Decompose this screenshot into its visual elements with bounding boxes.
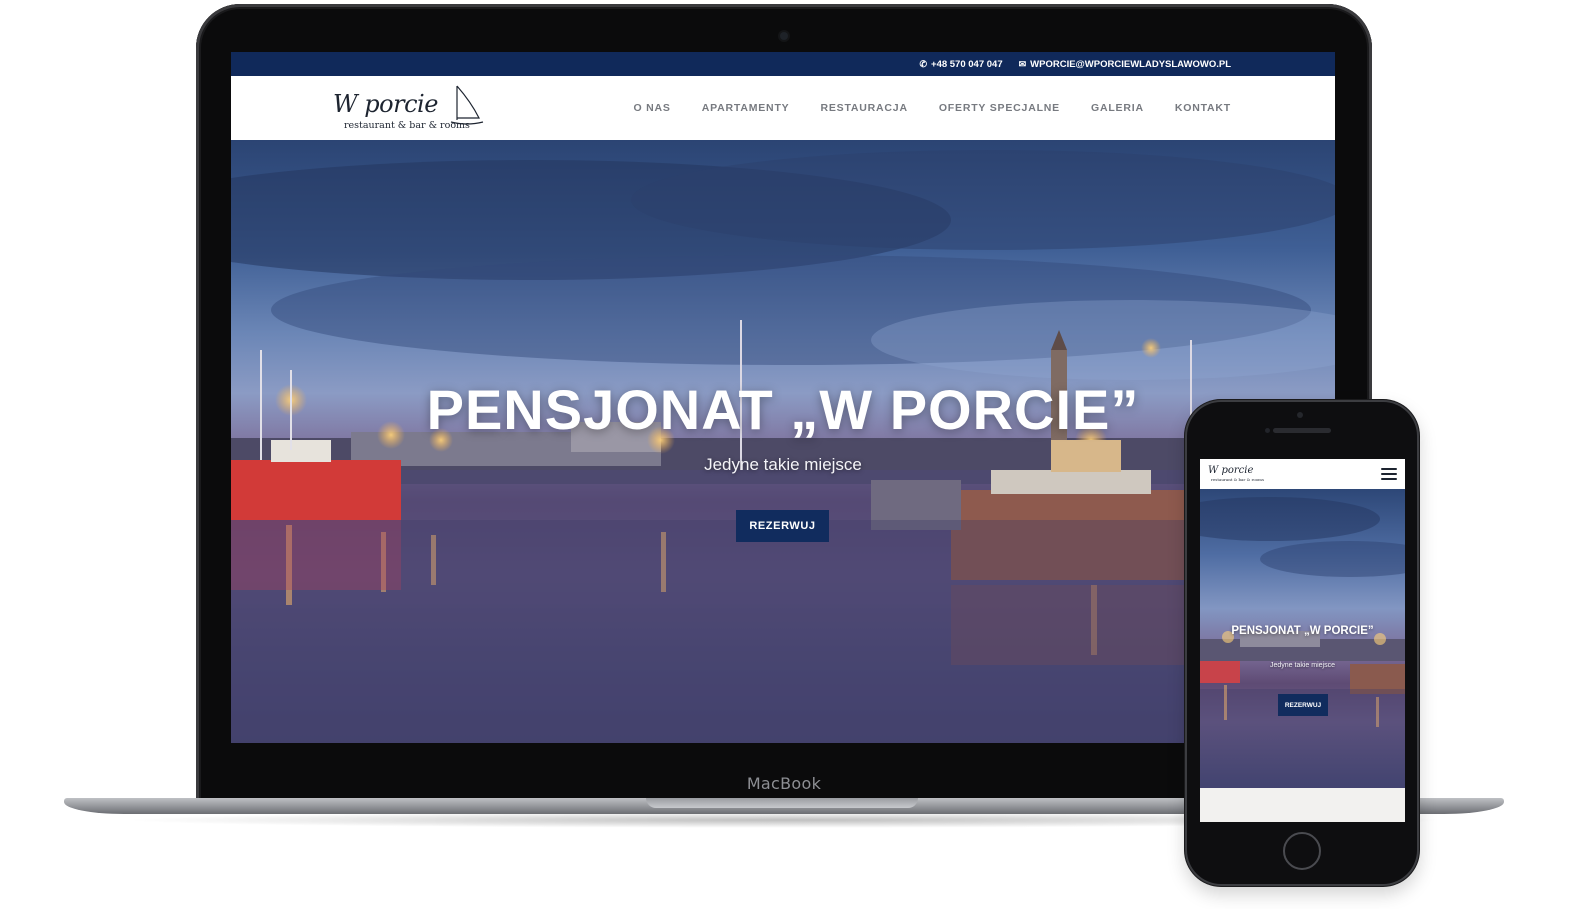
sailboat-icon: [450, 85, 484, 125]
phone-camera: [1297, 412, 1303, 418]
hero-section: PENSJONAT „W PORCIE” Jedyne takie miejsc…: [231, 140, 1335, 743]
hamburger-menu-icon[interactable]: [1381, 468, 1397, 480]
mobile-next-section: [1200, 788, 1405, 822]
nav-item-oferty-specjalne[interactable]: OFERTY SPECJALNE: [939, 102, 1060, 114]
phone-number: +48 570 047 047: [931, 58, 1003, 70]
main-navbar: W porcie restaurant & bar & rooms O NAS …: [231, 76, 1335, 140]
logo-script-text: W porcie: [333, 90, 438, 118]
nav-item-galeria[interactable]: GALERIA: [1091, 102, 1144, 114]
phone-screen: W porcie restaurant & bar & rooms PENSJO…: [1200, 459, 1405, 822]
phone-sensor: [1265, 428, 1270, 433]
nav-item-kontakt[interactable]: KONTAKT: [1175, 102, 1231, 114]
phone-frame: W porcie restaurant & bar & rooms PENSJO…: [1185, 400, 1419, 886]
laptop-camera: [780, 32, 788, 40]
mobile-reserve-button[interactable]: REZERWUJ: [1278, 694, 1328, 716]
phone-speaker: [1273, 428, 1331, 433]
envelope-icon: ✉: [1018, 58, 1027, 69]
nav-item-o-nas[interactable]: O NAS: [633, 102, 670, 114]
hero-title: PENSJONAT „W PORCIE”: [426, 378, 1140, 441]
email-address: WPORCIE@WPORCIEWLADYSLAWOWO.PL: [1030, 58, 1231, 70]
nav-item-restauracja[interactable]: RESTAURACJA: [820, 102, 907, 114]
mobile-hero-subtitle: Jedyne takie miejsce: [1270, 662, 1335, 669]
mobile-logo-tagline: restaurant & bar & rooms: [1211, 477, 1265, 482]
reserve-button[interactable]: REZERWUJ: [736, 510, 829, 542]
main-nav: O NAS APARTAMENTY RESTAURACJA OFERTY SPE…: [633, 76, 1231, 140]
phone-contact[interactable]: ✆ +48 570 047 047: [919, 59, 1002, 70]
hero-subtitle: Jedyne takie miejsce: [704, 455, 862, 474]
mobile-harbor-background-image: [1200, 497, 1405, 788]
site-logo[interactable]: W porcie restaurant & bar & rooms: [331, 82, 491, 136]
contact-topbar: ✆ +48 570 047 047 ✉ WPORCIE@WPORCIEWLADY…: [231, 52, 1335, 76]
mobile-hero-title: PENSJONAT „W PORCIE”: [1231, 625, 1374, 637]
nav-item-apartamenty[interactable]: APARTAMENTY: [702, 102, 790, 114]
home-button[interactable]: [1283, 832, 1321, 870]
mobile-logo-script[interactable]: W porcie: [1208, 465, 1253, 476]
laptop-screen: ✆ +48 570 047 047 ✉ WPORCIE@WPORCIEWLADY…: [231, 52, 1335, 743]
email-contact[interactable]: ✉ WPORCIE@WPORCIEWLADYSLAWOWO.PL: [1019, 59, 1231, 70]
mobile-hero-section: PENSJONAT „W PORCIE” Jedyne takie miejsc…: [1200, 489, 1405, 788]
phone-icon: ✆: [919, 58, 928, 69]
laptop-opening-notch: [646, 798, 918, 808]
mobile-header: W porcie restaurant & bar & rooms: [1200, 459, 1405, 489]
